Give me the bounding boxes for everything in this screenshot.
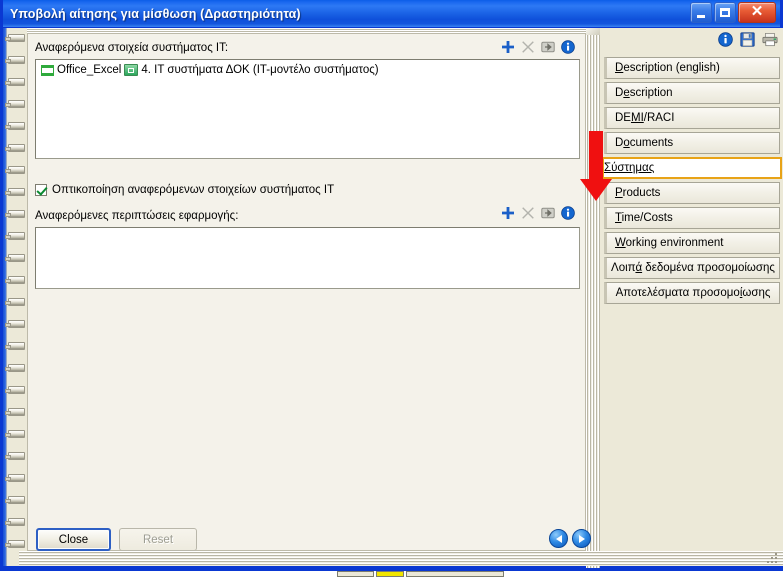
- spreadsheet-icon: [41, 64, 54, 76]
- it-system-elements-label: Αναφερόμενα στοιχεία συστήματος IT:: [35, 42, 229, 54]
- list-item-name: Office_Excel: [57, 64, 122, 76]
- tab-systems[interactable]: Σύστημας: [602, 157, 782, 179]
- window-title: Υποβολή αίτησης για μίσθωση (Δραστηριότη…: [10, 6, 301, 21]
- window-controls: ✕: [690, 2, 776, 23]
- tab-label: Working environment: [615, 237, 724, 249]
- title-bar[interactable]: Υποβολή αίτησης για μίσθωση (Δραστηριότη…: [3, 0, 780, 28]
- add-icon[interactable]: [501, 206, 515, 220]
- tab-label: Time/Costs: [615, 212, 673, 224]
- bottom-fragment-highlight: [376, 571, 404, 577]
- maximize-icon: [720, 8, 730, 17]
- bottom-fragment-left: [337, 571, 374, 577]
- info-icon[interactable]: [561, 40, 575, 54]
- visualize-checkbox-label: Οπτικοποίηση αναφερόμενων στοιχείων συστ…: [52, 184, 335, 196]
- tab-other-simulation-data[interactable]: Λοιπά δεδομένα προσομοίωσης: [604, 257, 780, 279]
- list-item-detail: 4. IT συστήματα ΔΟΚ (IT-μοντέλο συστήματ…: [141, 64, 379, 76]
- tab-time-costs[interactable]: Time/Costs: [604, 207, 780, 229]
- binding-ring: [5, 122, 25, 130]
- print-icon[interactable]: [762, 32, 778, 47]
- binding-ring: [5, 100, 25, 108]
- tab-products[interactable]: Products: [604, 182, 780, 204]
- arrow-right-icon: [578, 534, 585, 543]
- add-icon[interactable]: [501, 40, 515, 54]
- tab-label: DEMI/RACI: [615, 112, 675, 124]
- minimize-icon: [697, 14, 705, 18]
- binding-ring: [5, 452, 25, 460]
- tab-description[interactable]: Description: [604, 82, 780, 104]
- binding-ring: [5, 540, 25, 548]
- save-icon[interactable]: [740, 32, 755, 47]
- tab-working-environment[interactable]: Working environment: [604, 232, 780, 254]
- open-icon[interactable]: [541, 40, 555, 54]
- binding-ring: [5, 298, 25, 306]
- close-button-footer[interactable]: Close: [36, 528, 111, 551]
- binding-ring: [5, 386, 25, 394]
- minimize-button[interactable]: [690, 2, 712, 23]
- binding-ring: [5, 34, 25, 42]
- tabstrip-toolbar: [718, 32, 778, 47]
- open-icon[interactable]: [541, 206, 555, 220]
- binding-ring: [5, 144, 25, 152]
- binding-ring: [5, 496, 25, 504]
- reset-button[interactable]: Reset: [119, 528, 197, 551]
- binding-ring: [5, 474, 25, 482]
- binding-ring: [5, 364, 25, 372]
- client-area: Αναφερόμενα στοιχεία συστήματος IT: Offi…: [3, 28, 783, 568]
- tab-label: Description: [615, 87, 673, 99]
- tab-label: Documents: [615, 137, 674, 149]
- tab-label: Λοιπά δεδομένα προσομοίωσης: [611, 262, 775, 274]
- tab-simulation-results[interactable]: Αποτελέσματα προσομοίωσης: [604, 282, 780, 304]
- info-icon[interactable]: [561, 206, 575, 220]
- page-stack-right-edge: [586, 28, 600, 568]
- link-icon: [124, 64, 139, 76]
- tab-demi-raci[interactable]: DEMI/RACI: [604, 107, 780, 129]
- application-cases-listbox[interactable]: [35, 227, 580, 289]
- binding-ring: [5, 342, 25, 350]
- tab-strip: Description (english) Description DEMI/R…: [600, 28, 783, 566]
- next-button[interactable]: [572, 529, 591, 548]
- application-cases-label: Αναφερόμενες περιπτώσεις εφαρμογής:: [35, 210, 239, 222]
- window-bottom-edge: [0, 568, 783, 577]
- maximize-button[interactable]: [714, 2, 736, 23]
- previous-button[interactable]: [549, 529, 568, 548]
- left-blue-edge: [3, 28, 7, 566]
- binding-ring: [5, 430, 25, 438]
- binding-ring: [5, 232, 25, 240]
- binding-ring: [5, 518, 25, 526]
- binding-ring: [5, 188, 25, 196]
- binding-ring: [5, 320, 25, 328]
- form-panel: Αναφερόμενα στοιχεία συστήματος IT: Offi…: [27, 33, 591, 551]
- tab-label: Αποτελέσματα προσομοίωσης: [615, 287, 771, 299]
- visualize-checkbox-row[interactable]: Οπτικοποίηση αναφερόμενων στοιχείων συστ…: [35, 184, 334, 196]
- resize-grip[interactable]: [765, 551, 777, 563]
- delete-icon[interactable]: [521, 206, 535, 220]
- application-window: Υποβολή αίτησης για μίσθωση (Δραστηριότη…: [0, 0, 783, 568]
- tab-description-english[interactable]: Description (english): [604, 57, 780, 79]
- binding-ring: [5, 210, 25, 218]
- info-icon[interactable]: [718, 32, 733, 47]
- close-icon: ✕: [750, 3, 764, 20]
- tab-documents[interactable]: Documents: [604, 132, 780, 154]
- binding-ring: [5, 166, 25, 174]
- page-stack-bottom-edge: [19, 551, 783, 566]
- spiral-binding-decoration: [3, 28, 27, 566]
- arrow-left-icon: [555, 534, 562, 543]
- tab-label: Description (english): [615, 62, 720, 74]
- list-item[interactable]: Office_Excel 4. IT συστήματα ΔΟΚ (IT-μον…: [41, 64, 379, 76]
- binding-ring: [5, 78, 25, 86]
- bottom-fragment-right: [406, 571, 504, 577]
- tab-label: Products: [615, 187, 661, 199]
- visualize-checkbox[interactable]: [35, 184, 47, 196]
- group2-toolbar: [501, 206, 575, 220]
- close-button[interactable]: ✕: [738, 2, 776, 23]
- it-system-elements-listbox[interactable]: Office_Excel 4. IT συστήματα ΔΟΚ (IT-μον…: [35, 59, 580, 159]
- delete-icon[interactable]: [521, 40, 535, 54]
- binding-ring: [5, 254, 25, 262]
- binding-ring: [5, 276, 25, 284]
- red-arrow-annotation: [580, 131, 612, 201]
- binding-ring: [5, 56, 25, 64]
- group1-toolbar: [501, 40, 575, 54]
- binding-ring: [5, 408, 25, 416]
